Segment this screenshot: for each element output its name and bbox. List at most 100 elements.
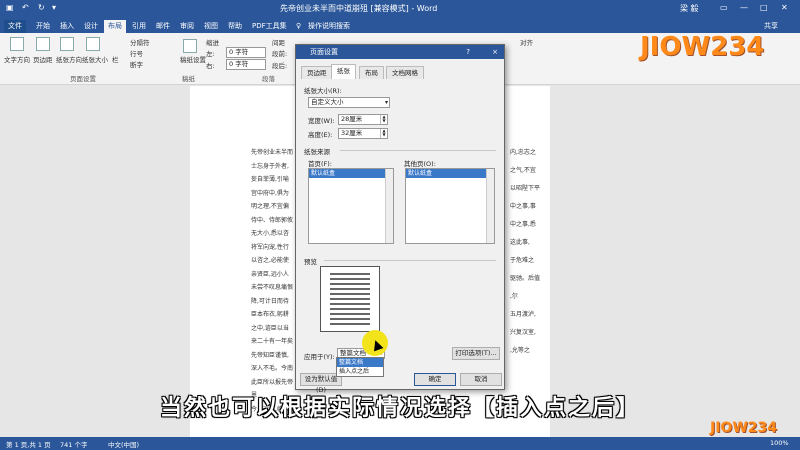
document-line: 深入不毛。今南	[251, 365, 294, 372]
document-line: 之中,谘臣以当	[251, 324, 289, 332]
chevron-down-icon: ▾	[384, 99, 388, 106]
tab-insert[interactable]: 插入	[56, 20, 78, 33]
cancel-button[interactable]: 取消	[460, 373, 502, 386]
word-count[interactable]: 741 个字	[60, 439, 87, 449]
document-line: 先帝知臣谨慎,	[251, 351, 289, 359]
divider	[340, 150, 496, 151]
scrollbar[interactable]	[486, 169, 494, 243]
paper-source-label: 纸张来源	[304, 148, 330, 156]
document-line: 以咨之,必能使	[251, 257, 289, 264]
width-input[interactable]: 28厘米 ▲ ▼	[338, 114, 388, 125]
print-options-button[interactable]: 打印选项(T)...	[452, 347, 500, 360]
maximize-icon[interactable]: □	[760, 3, 768, 12]
quick-access-dropdown-icon[interactable]: ▾	[52, 3, 56, 12]
tab-paper[interactable]: 纸张	[331, 64, 356, 79]
orientation-button[interactable]: 纸张方向	[56, 54, 82, 64]
divider	[324, 260, 496, 261]
document-line: 士忘身于外者,	[251, 162, 289, 170]
document-line: 降,可计日而待	[251, 297, 289, 305]
draft-paper-icon[interactable]	[183, 39, 197, 53]
text-direction-icon[interactable]	[10, 37, 24, 51]
status-bar: 第 1 页,共 1 页 741 个字 中文(中国) 100%	[0, 437, 800, 450]
breaks-button[interactable]: 分隔符	[130, 37, 150, 47]
indent-right-input[interactable]: 0 字符	[226, 59, 266, 70]
tab-review[interactable]: 审阅	[176, 20, 198, 33]
list-item[interactable]: 默认纸盒	[406, 169, 494, 178]
tell-me-search[interactable]: 操作说明搜索	[304, 20, 354, 33]
orientation-icon[interactable]	[60, 37, 74, 51]
option-whole-document[interactable]: 整篇文档	[337, 358, 383, 367]
tab-help[interactable]: 帮助	[224, 20, 246, 33]
size-icon[interactable]	[86, 37, 100, 51]
tab-layout[interactable]: 布局	[104, 20, 126, 33]
spacing-before-label: 段前:	[272, 50, 288, 58]
indent-left-input[interactable]: 0 字符	[226, 47, 266, 58]
tab-margins[interactable]: 页边距	[301, 66, 333, 79]
document-line: 中之事,事	[510, 203, 536, 210]
size-button[interactable]: 纸张大小	[82, 54, 108, 64]
text-direction-button[interactable]: 文字方向	[4, 54, 30, 64]
paragraph-group-label: 段落	[262, 75, 275, 83]
tab-home[interactable]: 开始	[32, 20, 54, 33]
tab-dialog-layout[interactable]: 布局	[359, 66, 384, 79]
document-line: 驱驰。后值	[510, 275, 541, 282]
tab-file[interactable]: 文件	[4, 20, 26, 33]
first-page-list[interactable]: 默认纸盒	[308, 168, 394, 244]
undo-icon[interactable]: ↶	[22, 3, 29, 12]
draft-group-label: 稿纸	[182, 75, 195, 83]
align-button[interactable]: 对齐	[520, 37, 533, 47]
other-pages-list[interactable]: 默认纸盒	[405, 168, 495, 244]
tab-references[interactable]: 引用	[128, 20, 150, 33]
user-name[interactable]: 梁 毅	[680, 3, 699, 14]
columns-button[interactable]: 栏	[112, 54, 119, 64]
ribbon-display-icon[interactable]: ▭	[720, 3, 728, 12]
indent-left-label: 左:	[206, 50, 215, 58]
dialog-title-bar: 页面设置 ? ×	[296, 45, 504, 59]
paper-size-select[interactable]: 自定义大小 ▾	[308, 97, 390, 108]
line-numbers-button[interactable]: 行号	[130, 48, 143, 58]
tab-doc-grid[interactable]: 文档网格	[386, 66, 424, 79]
document-line: ,尔	[510, 293, 518, 300]
margins-button[interactable]: 页边距	[33, 54, 53, 64]
document-line: 明之理,不宜偏	[251, 203, 289, 210]
width-label: 宽度(W):	[308, 117, 335, 125]
document-line: 兴复汉室,	[510, 329, 536, 336]
margins-icon[interactable]	[36, 37, 50, 51]
ribbon-tabs: 文件 开始 插入 设计 布局 引用 邮件 审阅 视图 帮助 PDF工具集 ♀ 操…	[0, 18, 800, 33]
first-page-label: 首页(F):	[308, 160, 333, 168]
document-line: 中之事,悉	[510, 221, 536, 228]
page-setup-dialog: 页面设置 ? × 页边距 纸张 布局 文档网格 纸张大小(R): 自定义大小 ▾ …	[295, 44, 505, 394]
page-count[interactable]: 第 1 页,共 1 页	[6, 439, 51, 449]
dialog-help-button[interactable]: ?	[466, 45, 470, 59]
document-line: 五月渡泸,	[510, 311, 536, 318]
ok-button[interactable]: 确定	[414, 373, 456, 386]
document-line: 未尝不叹息痛恨	[251, 284, 294, 291]
document-line: 这此事,	[510, 239, 530, 246]
height-input[interactable]: 32厘米 ▲ ▼	[338, 128, 388, 139]
dialog-close-button[interactable]: ×	[492, 45, 498, 59]
document-line: 来二十有一年矣	[251, 338, 294, 345]
tab-view[interactable]: 视图	[200, 20, 222, 33]
save-icon[interactable]: ▣	[6, 3, 14, 12]
option-after-insertion-point[interactable]: 插入点之后	[337, 367, 383, 376]
document-line: 侍中、侍郎郭攸	[251, 216, 294, 224]
scrollbar[interactable]	[385, 169, 393, 243]
tab-design[interactable]: 设计	[80, 20, 102, 33]
spacing-after-label: 段后:	[272, 62, 288, 70]
minimize-icon[interactable]: —	[740, 3, 748, 12]
watermark-logo: JIOW234	[640, 32, 765, 62]
draft-paper-button[interactable]: 稿纸设置	[180, 54, 206, 64]
document-line: 于危难之	[510, 257, 535, 264]
watermark-logo-small: JIOW234	[710, 420, 777, 436]
document-line: 此臣所以报先帝	[251, 378, 294, 386]
other-pages-label: 其他页(O):	[404, 160, 436, 168]
apply-to-dropdown[interactable]: 整篇文档 插入点之后	[336, 357, 384, 377]
tab-mailings[interactable]: 邮件	[152, 20, 174, 33]
tab-pdf-tools[interactable]: PDF工具集	[248, 20, 291, 33]
hyphenation-button[interactable]: 断字	[130, 59, 143, 69]
language[interactable]: 中文(中国)	[108, 439, 139, 449]
list-item[interactable]: 默认纸盒	[309, 169, 393, 178]
redo-icon[interactable]: ↻	[38, 3, 45, 12]
close-icon[interactable]: ✕	[781, 3, 788, 12]
zoom-level[interactable]: 100%	[770, 439, 789, 447]
